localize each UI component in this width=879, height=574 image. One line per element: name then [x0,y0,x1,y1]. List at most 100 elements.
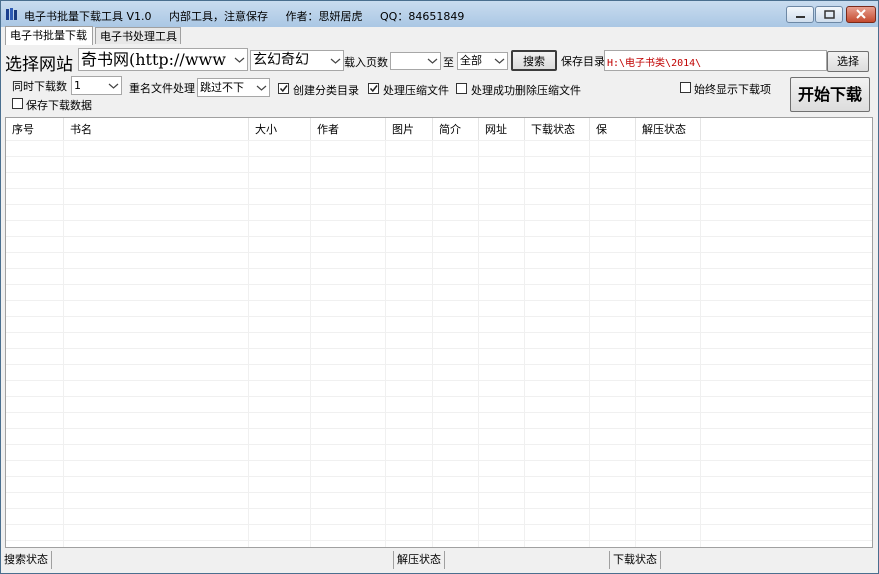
title-bar[interactable]: 电子书批量下载工具 V1.0 内部工具，注意保存 作者：思妍居虎 QQ：8465… [1,1,878,27]
grid-column-line [589,140,590,547]
status-divider [51,551,52,569]
grid-column-line [385,140,386,547]
search-status: 搜索状态 [4,553,48,566]
grid-row-line [6,204,872,205]
grid-row-line [6,220,872,221]
download-status: 下载状态 [613,553,657,566]
grid-column-line [248,140,249,547]
category-select[interactable]: 玄幻奇幻 [250,50,344,71]
search-button[interactable]: 搜索 [511,50,557,71]
category-select-value: 玄幻奇幻 [253,52,309,68]
to-select[interactable]: 全部 [457,52,508,70]
app-window: 电子书批量下载工具 V1.0 内部工具，注意保存 作者：思妍居虎 QQ：8465… [0,0,879,574]
chevron-down-icon [330,58,341,64]
start-download-button[interactable]: 开始下载 [790,77,870,112]
window-title: 电子书批量下载工具 V1.0 内部工具，注意保存 作者：思妍居虎 QQ：8465… [24,8,478,24]
status-divider [393,551,394,569]
concurrent-label: 同时下载数 [12,80,67,93]
grid-row-line [6,140,872,141]
column-header-unzip-status[interactable]: 解压状态 [636,118,701,141]
grid-row-line [6,156,872,157]
grid-column-line [63,140,64,547]
grid-row-line [6,380,872,381]
chevron-down-icon [234,57,245,63]
always-show-checkbox[interactable] [680,82,691,93]
to-label: 至 [443,56,454,69]
site-select-value: 奇书网(http://www [81,50,226,69]
title-note: 内部工具，注意保存 [169,10,269,23]
grid-row-line [6,284,872,285]
process-zip-checkbox[interactable] [368,83,379,94]
grid-row-line [6,332,872,333]
grid-column-line [700,140,701,547]
grid-row-line [6,172,872,173]
column-header-size[interactable]: 大小 [249,118,311,141]
tab-batch-download[interactable]: 电子书批量下载 [5,26,93,45]
column-header-download-status[interactable]: 下载状态 [525,118,590,141]
column-header-url[interactable]: 网址 [479,118,525,141]
grid-row-line [6,460,872,461]
chevron-down-icon [108,83,119,89]
delete-zip-label: 处理成功删除压缩文件 [471,84,581,97]
unzip-status: 解压状态 [397,553,441,566]
grid-row-line [6,300,872,301]
concurrent-select-value: 1 [74,79,81,92]
status-divider [660,551,661,569]
chevron-down-icon [256,85,267,91]
grid-row-line [6,540,872,541]
column-header-intro[interactable]: 简介 [433,118,479,141]
grid-column-line [478,140,479,547]
process-zip-label: 处理压缩文件 [383,84,449,97]
chevron-down-icon [427,58,438,64]
books-icon [6,8,17,20]
grid-row-line [6,476,872,477]
maximize-button[interactable] [815,6,843,23]
delete-zip-checkbox[interactable] [456,83,467,94]
always-show-label: 始终显示下载项 [694,83,771,96]
grid-row-line [6,428,872,429]
status-divider [444,551,445,569]
grid-row-line [6,524,872,525]
column-header-author[interactable]: 作者 [311,118,386,141]
minimize-button[interactable] [786,6,814,23]
column-header-title[interactable]: 书名 [64,118,249,141]
checkmark-icon [279,85,288,93]
pages-select[interactable] [390,52,441,70]
title-app-name: 电子书批量下载工具 V1.0 [24,10,152,23]
column-header-save[interactable]: 保 [590,118,636,141]
grid-column-line [432,140,433,547]
grid-column-line [524,140,525,547]
grid-row-line [6,268,872,269]
close-button[interactable] [846,6,876,23]
grid-row-line [6,364,872,365]
grid-column-line [310,140,311,547]
column-header-index[interactable]: 序号 [6,118,64,141]
rename-select[interactable]: 跳过不下 [197,78,270,97]
title-qq: QQ：84651849 [380,10,465,23]
create-category-checkbox[interactable] [278,83,289,94]
grid-column-line [635,140,636,547]
save-data-checkbox[interactable] [12,98,23,109]
concurrent-select[interactable]: 1 [71,76,122,95]
grid-row-line [6,348,872,349]
site-label: 选择网站 [5,55,73,75]
chevron-down-icon [494,58,505,64]
tab-ebook-tools[interactable]: 电子书处理工具 [95,27,181,44]
save-data-label: 保存下载数据 [26,99,92,112]
save-dir-label: 保存目录 [561,55,605,68]
create-category-label: 创建分类目录 [293,84,359,97]
column-header-image[interactable]: 图片 [386,118,433,141]
pages-label: 载入页数 [344,56,388,69]
save-dir-input[interactable]: H:\电子书类\2014\ [604,50,827,71]
save-dir-value: H:\电子书类\2014\ [607,58,702,69]
choose-dir-button[interactable]: 选择 [827,51,869,72]
grid-row-line [6,492,872,493]
grid-row-line [6,316,872,317]
maximize-icon [824,10,835,19]
to-select-value: 全部 [460,54,482,67]
download-list[interactable]: 序号 书名 大小 作者 图片 简介 网址 下载状态 保 解压状态 [5,117,873,548]
site-select[interactable]: 奇书网(http://www [78,48,248,71]
grid-row-line [6,444,872,445]
grid-row-line [6,508,872,509]
status-divider [609,551,610,569]
